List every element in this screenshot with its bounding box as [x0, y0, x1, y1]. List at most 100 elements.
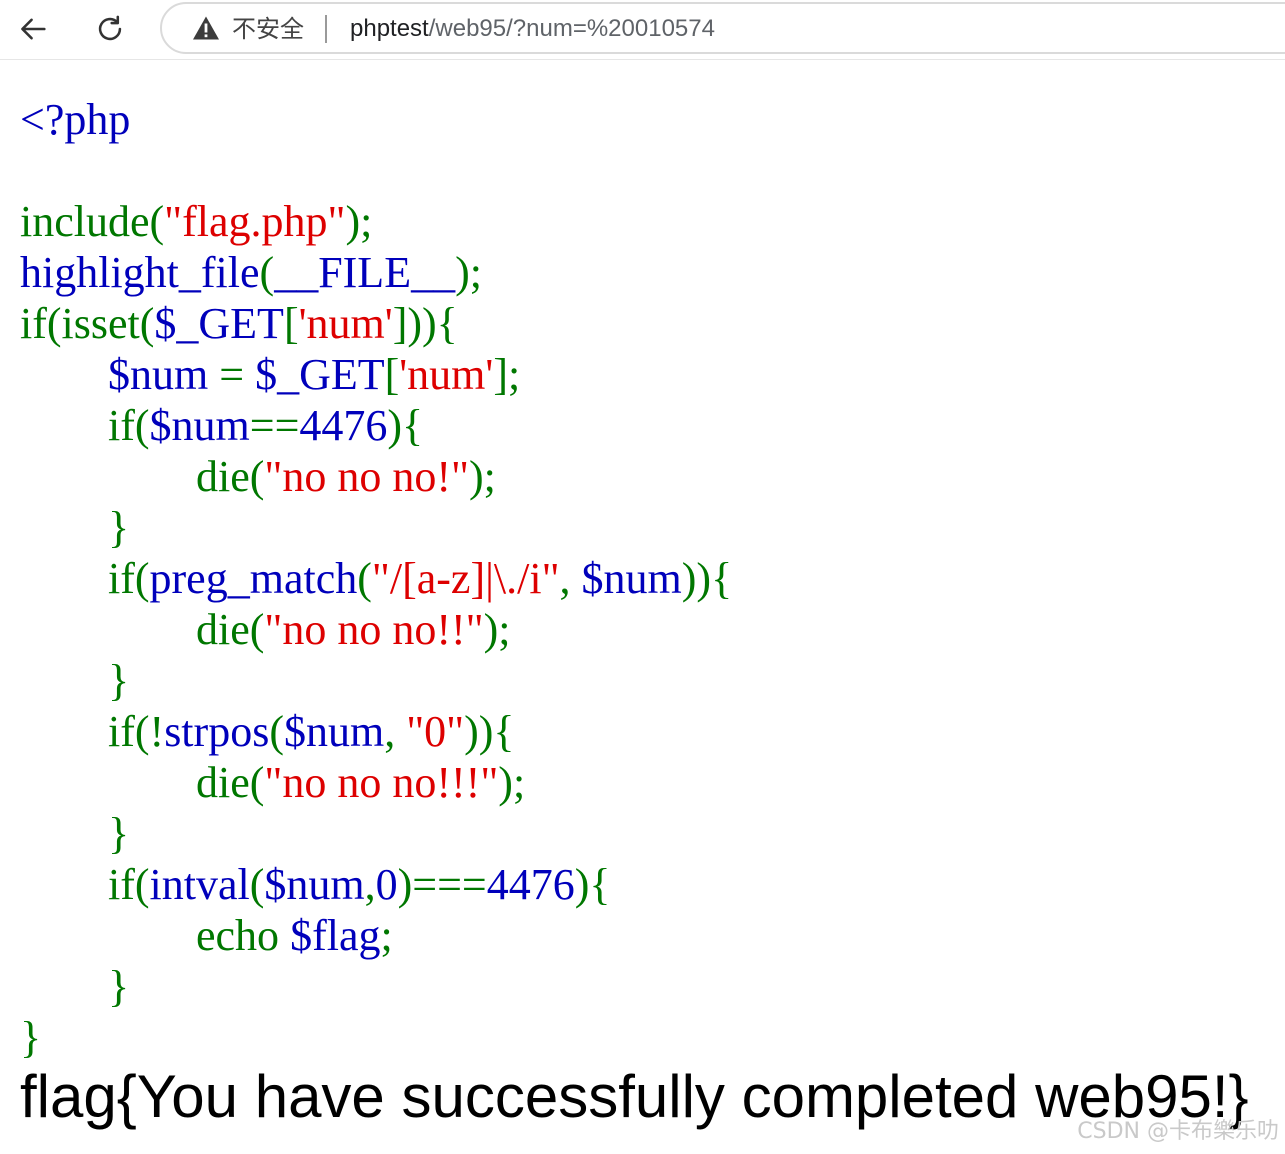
- code-token: 'num': [399, 350, 494, 399]
- php-source-code: <?php include("flag.php"); highlight_file(…: [20, 94, 732, 1063]
- security-status-label[interactable]: 不安全: [232, 14, 304, 44]
- code-line: include("flag.php");: [20, 196, 732, 247]
- code-token: }: [108, 503, 130, 552]
- code-token: 4476: [299, 401, 388, 450]
- code-token: =: [219, 350, 256, 399]
- code-token: die(: [196, 758, 265, 807]
- code-token: );: [345, 197, 373, 246]
- code-line: }: [20, 961, 732, 1012]
- code-token: intval: [149, 860, 250, 909]
- code-line: <?php: [20, 94, 732, 145]
- code-token: (: [357, 554, 372, 603]
- code-line: echo $flag;: [20, 910, 732, 961]
- code-token: )){: [681, 554, 733, 603]
- code-token: 4476: [486, 860, 575, 909]
- code-token: 0: [375, 860, 398, 909]
- code-token: __FILE__: [274, 248, 456, 297]
- address-separator: [325, 15, 327, 43]
- code-line: }: [20, 655, 732, 706]
- code-token: include(: [20, 197, 165, 246]
- code-line: }: [20, 808, 732, 859]
- code-token: if(isset(: [20, 299, 155, 348]
- code-token: if(!: [108, 707, 165, 756]
- back-button[interactable]: [10, 6, 56, 52]
- code-token: "no no no!!": [264, 605, 484, 654]
- code-line: if(!strpos($num, "0")){: [20, 706, 732, 757]
- code-token: die(: [196, 605, 265, 654]
- code-token: $num: [581, 554, 682, 603]
- warning-triangle-icon[interactable]: [192, 15, 220, 41]
- code-token: }: [108, 809, 130, 858]
- url-text[interactable]: phptest/web95/?num=%20010574: [350, 14, 715, 44]
- url-path: /web95/?num=%20010574: [428, 15, 715, 42]
- code-token: die(: [196, 452, 265, 501]
- code-token: ,: [364, 860, 376, 909]
- reload-icon: [98, 15, 122, 41]
- code-token: ){: [387, 401, 424, 450]
- code-token: (: [269, 707, 284, 756]
- code-line: $num = $_GET['num'];: [20, 349, 732, 400]
- code-token: ,: [384, 707, 407, 756]
- code-token: $flag: [290, 911, 381, 960]
- code-token: ])){: [392, 299, 458, 348]
- code-line: highlight_file(__FILE__);: [20, 247, 732, 298]
- code-token: <?php: [20, 95, 131, 144]
- code-token: );: [498, 758, 526, 807]
- code-line: die("no no no!");: [20, 451, 732, 502]
- code-token: );: [483, 605, 511, 654]
- code-token: "0": [406, 707, 465, 756]
- code-token: (: [249, 860, 265, 909]
- watermark: CSDN @卡布樂乐叻: [1077, 1119, 1279, 1144]
- code-line: }: [20, 502, 732, 553]
- code-line: if(isset($_GET['num'])){: [20, 298, 732, 349]
- code-token: $num: [149, 401, 250, 450]
- code-token: "/[a-z]|\./i": [371, 554, 560, 603]
- url-host: phptest: [350, 15, 429, 42]
- code-token: highlight_file: [20, 248, 260, 297]
- code-token: ){: [574, 860, 611, 909]
- code-token: (: [259, 248, 275, 297]
- code-token: $num: [108, 350, 220, 399]
- code-token: );: [468, 452, 496, 501]
- reload-button[interactable]: [87, 6, 133, 52]
- code-token: preg_match: [149, 554, 358, 603]
- code-token: ];: [493, 350, 521, 399]
- code-token: if(: [108, 401, 150, 450]
- code-line: if($num==4476){: [20, 400, 732, 451]
- arrow-left-icon: [21, 18, 46, 40]
- code-token: }: [108, 962, 130, 1011]
- code-token: $num: [283, 707, 385, 756]
- code-token: );: [455, 248, 482, 297]
- code-token: ;: [380, 911, 393, 960]
- code-token: 'num': [298, 299, 393, 348]
- code-token: )){: [464, 707, 515, 756]
- code-token: $num: [264, 860, 365, 909]
- code-token: echo: [196, 911, 291, 960]
- code-token: if(: [108, 554, 150, 603]
- code-token: strpos: [164, 707, 270, 756]
- browser-toolbar: 不安全 phptest/web95/?num=%20010574: [0, 0, 1285, 60]
- code-token: }: [108, 656, 130, 705]
- code-line: if(intval($num,0)===4476){: [20, 859, 732, 910]
- flag-output: flag{You have successfully completed web…: [20, 1063, 1249, 1130]
- code-token: [: [283, 299, 299, 348]
- code-token: )===: [397, 860, 487, 909]
- code-token: $_GET: [255, 350, 385, 399]
- code-token: "flag.php": [164, 197, 346, 246]
- address-bar[interactable]: 不安全 phptest/web95/?num=%20010574: [160, 2, 1285, 54]
- code-line: }: [20, 1012, 732, 1063]
- code-token: if(: [108, 860, 150, 909]
